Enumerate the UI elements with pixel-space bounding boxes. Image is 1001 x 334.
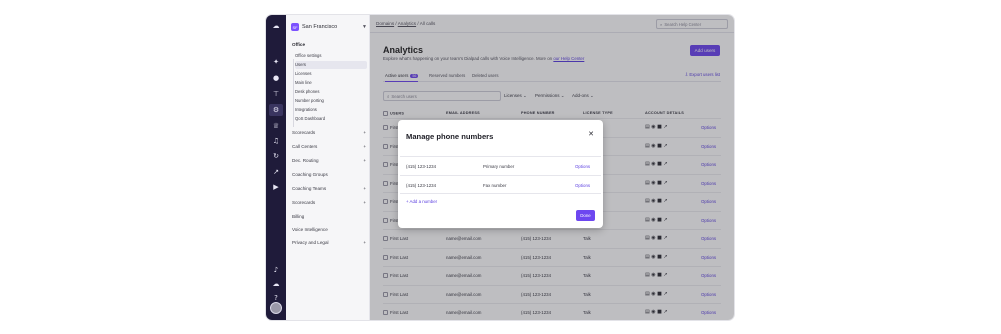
sidebar-item-users[interactable]: Users bbox=[295, 61, 367, 69]
trophy-icon[interactable]: ♕ bbox=[271, 121, 281, 131]
plus-icon[interactable]: + bbox=[363, 144, 366, 149]
sidebar-group-label: Privacy and Legal bbox=[292, 240, 329, 245]
sidebar-group[interactable]: Scorecards + bbox=[292, 130, 366, 135]
plus-icon[interactable]: + bbox=[363, 130, 366, 135]
phone-number-options[interactable]: Options bbox=[575, 183, 590, 188]
sidebar-item-licenses[interactable]: Licenses bbox=[295, 70, 367, 78]
sidebar-group[interactable]: Voice Intelligence bbox=[292, 227, 366, 232]
sidebar-group-label: Scorecards bbox=[292, 200, 316, 205]
add-number-button[interactable]: + Add a number bbox=[406, 199, 437, 204]
sidebar-group-label: Call Centers bbox=[292, 144, 318, 149]
plus-icon[interactable]: + bbox=[363, 186, 366, 191]
workspace-name: San Francisco bbox=[302, 24, 338, 30]
phone-number-type: Primary number bbox=[483, 164, 515, 169]
icon-rail: ☁ ✦ ● ⊤ ⚙ ♕ ♫ ↻ ↗ ▶ ♪ ☁ ? bbox=[266, 15, 286, 320]
sidebar-tree-line bbox=[293, 59, 294, 127]
sidebar-group-label: Coaching Groups bbox=[292, 172, 328, 177]
bell-icon[interactable]: ♪ bbox=[271, 265, 281, 275]
headset-icon[interactable]: ♫ bbox=[271, 136, 281, 146]
sidebar-group[interactable]: Billing bbox=[292, 214, 366, 219]
sidebar-item-main-line[interactable]: Main line bbox=[295, 79, 367, 87]
phone-number-row: (415) 123-1234 Fax number Options bbox=[400, 175, 601, 194]
sidebar-group[interactable]: Coaching Groups bbox=[292, 172, 366, 177]
sidebar-group-label: Dec. Routing bbox=[292, 158, 319, 163]
sidebar-section-office[interactable]: Office bbox=[292, 42, 305, 47]
sidebar-item-integrations[interactable]: Integrations bbox=[295, 106, 367, 114]
sidebar-item-office-settings[interactable]: Office settings bbox=[295, 52, 367, 60]
sidebar-group-label: Voice Intelligence bbox=[292, 227, 328, 232]
dialog-title: Manage phone numbers bbox=[406, 132, 494, 141]
org-chart-icon[interactable]: ⊤ bbox=[271, 89, 281, 99]
sparkle-icon[interactable]: ✦ bbox=[271, 57, 281, 67]
video-icon[interactable]: ▶ bbox=[271, 182, 281, 192]
sidebar-group-label: Scorecards bbox=[292, 130, 316, 135]
sidebar-group-label: Coaching Teams bbox=[292, 186, 327, 191]
workspace-badge: SF bbox=[291, 23, 299, 31]
sidebar: SF San Francisco ▼ Office Office setting… bbox=[286, 15, 370, 320]
cloud-icon[interactable]: ☁ bbox=[271, 279, 281, 289]
sidebar-group[interactable]: Scorecards + bbox=[292, 200, 366, 205]
plus-icon[interactable]: + bbox=[363, 200, 366, 205]
phone-number: (415) 123-1234 bbox=[406, 164, 437, 169]
app-window: ☁ ✦ ● ⊤ ⚙ ♕ ♫ ↻ ↗ ▶ ♪ ☁ ? SF San Francis… bbox=[266, 15, 734, 320]
history-icon[interactable]: ↻ bbox=[271, 151, 281, 161]
done-button[interactable]: Done bbox=[576, 210, 595, 221]
close-icon[interactable]: ✕ bbox=[588, 130, 594, 138]
workspace-switcher[interactable]: SF San Francisco ▼ bbox=[291, 20, 367, 34]
sidebar-group-label: Billing bbox=[292, 214, 305, 219]
phone-number: (415) 123-1234 bbox=[406, 183, 437, 188]
manage-phone-numbers-dialog: Manage phone numbers ✕ (415) 123-1234 Pr… bbox=[398, 120, 603, 228]
phone-number-row: (415) 123-1234 Primary number Options bbox=[400, 156, 601, 175]
phone-number-type: Fax number bbox=[483, 183, 507, 188]
trend-icon[interactable]: ↗ bbox=[271, 167, 281, 177]
sidebar-group[interactable]: Privacy and Legal + bbox=[292, 240, 366, 245]
gear-icon[interactable]: ⚙ bbox=[269, 104, 283, 116]
plus-icon[interactable]: + bbox=[363, 240, 366, 245]
plus-icon[interactable]: + bbox=[363, 158, 366, 163]
sidebar-group[interactable]: Call Centers + bbox=[292, 144, 366, 149]
person-icon[interactable]: ● bbox=[271, 73, 281, 83]
sidebar-item-qos-dashboard[interactable]: QoS Dashboard bbox=[295, 115, 367, 123]
logo-icon: ☁ bbox=[272, 22, 280, 30]
sidebar-group[interactable]: Dec. Routing + bbox=[292, 158, 366, 163]
phone-number-options[interactable]: Options bbox=[575, 164, 590, 169]
avatar[interactable] bbox=[270, 302, 282, 314]
chevron-down-icon: ▼ bbox=[362, 24, 367, 30]
sidebar-item-number-porting[interactable]: Number porting bbox=[295, 97, 367, 105]
sidebar-group[interactable]: Coaching Teams + bbox=[292, 186, 366, 191]
sidebar-item-desk-phones[interactable]: Desk phones bbox=[295, 88, 367, 96]
